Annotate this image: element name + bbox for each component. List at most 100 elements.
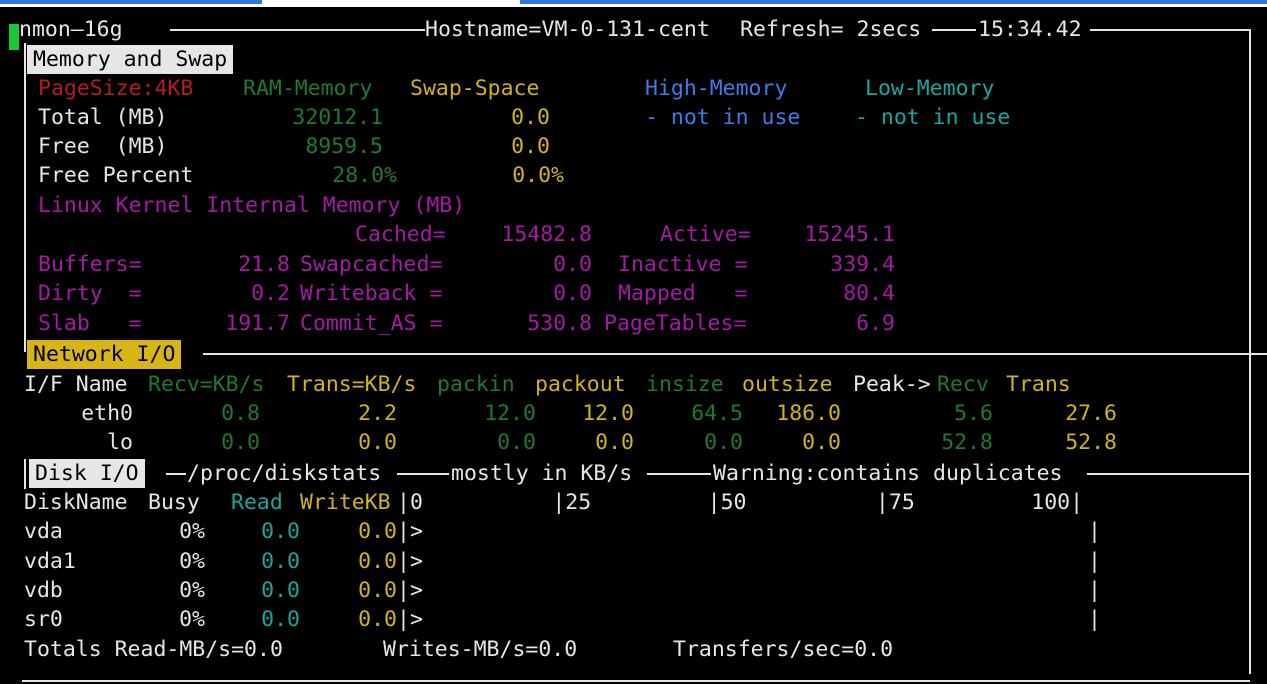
net-header-peak-recv: Recv xyxy=(937,372,989,397)
swap-value: 0.0% xyxy=(512,163,564,188)
disk-rule xyxy=(166,473,186,475)
kernel-value xyxy=(200,220,290,249)
disk-totals-writes: Writes-MB/s=0.0 xyxy=(383,637,578,662)
disk-name: sr0 xyxy=(24,607,63,632)
network-rule xyxy=(203,353,1267,355)
hostname: Hostname=VM-0-131-cent xyxy=(425,17,710,42)
net-trans: 0.0 xyxy=(358,430,397,455)
kernel-value: 21.8 xyxy=(238,252,290,277)
swap-value: 0.0 xyxy=(511,105,550,130)
ram-value: 28.0% xyxy=(332,163,397,188)
disk-section-label[interactable]: Disk I/O xyxy=(29,459,145,488)
disk-totals-read: Totals Read-MB/s=0.0 xyxy=(24,637,283,662)
disk-banner-units: mostly in KB/s xyxy=(451,461,633,486)
title-strip xyxy=(0,0,1267,7)
kernel-value: 80.4 xyxy=(843,281,895,306)
net-recv: 0.0 xyxy=(221,430,260,455)
disk-busy: 0% xyxy=(179,549,205,574)
high-memory-header: High-Memory xyxy=(645,76,788,101)
memory-section-label[interactable]: Memory and Swap xyxy=(27,45,234,74)
net-insize: 0.0 xyxy=(704,430,743,455)
header-rule xyxy=(932,29,976,31)
net-header-outsize: outsize xyxy=(742,372,833,397)
kernel-memory-title: Linux Kernel Internal Memory (MB) xyxy=(38,193,466,218)
kernel-value: 15245.1 xyxy=(804,222,895,247)
swap-header: Swap-Space xyxy=(410,76,540,101)
disk-busy-scale: |0 |25 |50 |75 100| xyxy=(397,490,1084,515)
net-header-packout: packout xyxy=(535,372,626,397)
disk-write: 0.0 xyxy=(358,549,397,574)
disk-busy-bar: |> xyxy=(397,519,423,544)
net-header-ifname: I/F Name xyxy=(24,372,128,397)
net-header-packin: packin xyxy=(437,372,515,397)
low-memory-header: Low-Memory xyxy=(865,76,995,101)
disk-header-read: Read xyxy=(231,490,283,515)
disk-busy-bar: |> xyxy=(397,578,423,603)
memory-row-label: Total (MB) xyxy=(38,105,168,130)
kernel-value: 191.7 xyxy=(225,311,290,336)
disk-rule xyxy=(1087,473,1250,475)
disk-write: 0.0 xyxy=(358,607,397,632)
kernel-label: Dirty = xyxy=(38,281,142,306)
disk-totals-transfers: Transfers/sec=0.0 xyxy=(673,637,894,662)
net-peak-recv: 5.6 xyxy=(954,401,993,426)
disk-banner-warning: Warning:contains duplicates xyxy=(713,461,1063,486)
net-packout: 12.0 xyxy=(582,401,634,426)
kernel-label: Buffers= xyxy=(38,252,142,277)
disk-rule xyxy=(647,473,711,475)
tab-strip-right[interactable] xyxy=(520,0,1267,4)
disk-bar-end: | xyxy=(1088,549,1101,574)
disk-header-write: WriteKB xyxy=(300,490,391,515)
memory-row-label: Free Percent xyxy=(38,163,194,188)
net-packin: 12.0 xyxy=(484,401,536,426)
disk-busy-bar: |> xyxy=(397,607,423,632)
kernel-label: Writeback = xyxy=(300,281,443,306)
nmon-terminal[interactable]: nmon—16g Hostname=VM-0-131-cent Refresh=… xyxy=(0,7,1267,684)
net-header-peak: Peak-> xyxy=(853,372,931,397)
net-peak-trans: 52.8 xyxy=(1065,430,1117,455)
ram-header: RAM-Memory xyxy=(243,76,373,101)
disk-busy: 0% xyxy=(179,519,205,544)
disk-left-border xyxy=(24,459,26,489)
kernel-value: 6.9 xyxy=(856,311,895,336)
disk-busy: 0% xyxy=(179,607,205,632)
kernel-label: Active= xyxy=(660,222,751,247)
header-rule xyxy=(1090,29,1250,31)
high-memory-value: - not in use xyxy=(645,105,801,130)
disk-bar-end: | xyxy=(1088,578,1101,603)
clock: 15:34.42 xyxy=(978,17,1082,42)
disk-name: vda1 xyxy=(24,549,76,574)
kernel-label: Commit_AS = xyxy=(300,311,443,336)
net-header-trans: Trans=KB/s xyxy=(287,372,417,397)
kernel-label: Inactive = xyxy=(618,252,748,277)
swap-value: 0.0 xyxy=(511,134,550,159)
header-rule xyxy=(170,29,425,31)
kernel-value: 530.8 xyxy=(527,311,592,336)
kernel-label: Swapcached= xyxy=(300,252,443,277)
kernel-value: 0.2 xyxy=(251,281,290,306)
disk-bar-end: | xyxy=(1088,519,1101,544)
disk-header-name: DiskName xyxy=(24,490,128,515)
net-peak-recv: 52.8 xyxy=(941,430,993,455)
ram-value: 8959.5 xyxy=(305,134,383,159)
disk-bar-end: | xyxy=(1088,607,1101,632)
disk-busy: 0% xyxy=(179,578,205,603)
frame-right-border xyxy=(1249,29,1251,674)
kernel-value: 15482.8 xyxy=(501,222,592,247)
network-section-label[interactable]: Network I/O xyxy=(27,340,182,369)
net-packout: 0.0 xyxy=(595,430,634,455)
net-header-peak-trans: Trans xyxy=(1006,372,1071,397)
kernel-label: Slab = xyxy=(38,311,142,336)
net-outsize: 0.0 xyxy=(802,430,841,455)
refresh-rate: Refresh= 2secs xyxy=(740,17,922,42)
disk-banner-source: /proc/diskstats xyxy=(187,461,382,486)
kernel-label: PageTables= xyxy=(604,311,747,336)
net-header-recv: Recv=KB/s xyxy=(148,372,265,397)
app-name: nmon—16g xyxy=(19,17,123,42)
disk-read: 0.0 xyxy=(261,607,300,632)
net-recv: 0.8 xyxy=(221,401,260,426)
disk-read: 0.0 xyxy=(261,549,300,574)
tab-strip-left[interactable] xyxy=(0,0,262,4)
kernel-label: Mapped = xyxy=(618,281,748,306)
memory-left-border xyxy=(24,43,26,352)
